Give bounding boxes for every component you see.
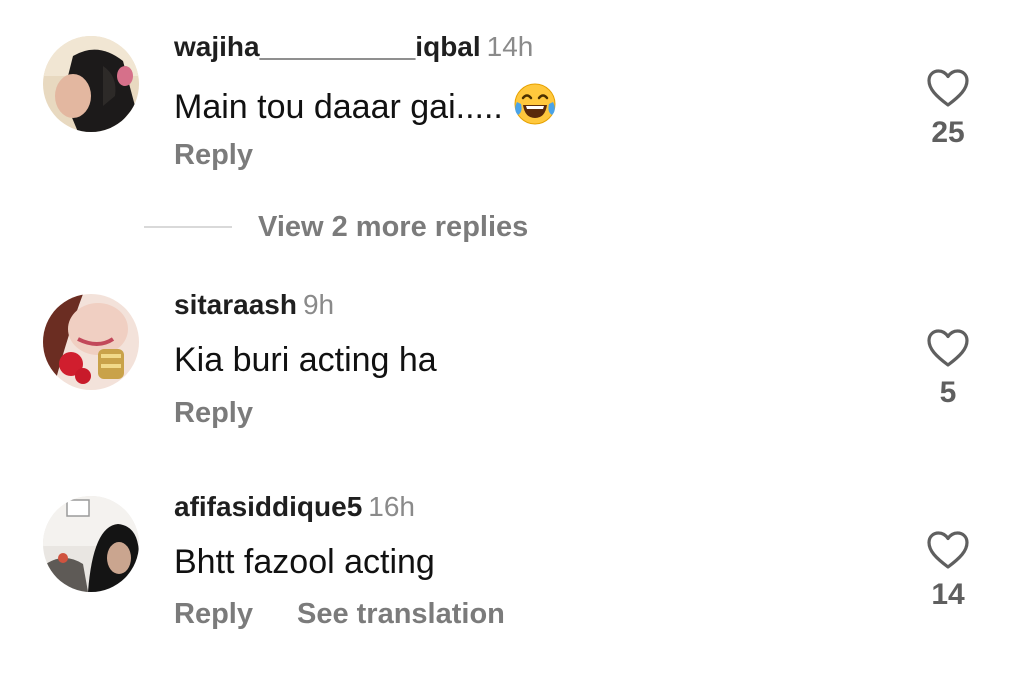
like-control[interactable]: 25 [918, 68, 978, 150]
comment-text: Bhtt fazool acting [174, 543, 435, 581]
view-more-replies-label[interactable]: View 2 more replies [258, 211, 528, 244]
like-control[interactable]: 5 [918, 328, 978, 410]
comment-username[interactable]: wajiha__________iqbal [174, 31, 481, 62]
avatar[interactable] [43, 294, 139, 390]
heart-outline-icon[interactable] [926, 68, 970, 108]
like-count: 5 [939, 376, 957, 409]
comment-username[interactable]: sitaraash [174, 289, 297, 320]
avatar[interactable] [43, 496, 139, 592]
comment-timestamp: 9h [302, 289, 335, 320]
divider [144, 226, 232, 228]
reply-button[interactable]: Reply [174, 598, 253, 630]
comment-username[interactable]: afifasiddique5 [174, 491, 362, 522]
comment-text: Kia buri acting ha [174, 341, 437, 379]
heart-outline-icon[interactable] [926, 328, 970, 368]
like-count: 14 [931, 578, 965, 611]
reply-button[interactable]: Reply [174, 397, 253, 429]
comment-timestamp: 16h [368, 491, 415, 522]
like-control[interactable]: 14 [918, 530, 978, 612]
like-count: 25 [931, 116, 965, 149]
view-more-replies[interactable]: View 2 more replies [144, 207, 528, 247]
comment-text: Main tou daaar gai..... [174, 88, 503, 126]
reply-button[interactable]: Reply [174, 139, 253, 171]
avatar[interactable] [43, 36, 139, 132]
comment-timestamp: 14h [486, 31, 534, 62]
see-translation-button[interactable]: See translation [297, 598, 505, 630]
heart-outline-icon[interactable] [926, 530, 970, 570]
joy-tears-emoji-icon [513, 82, 557, 135]
